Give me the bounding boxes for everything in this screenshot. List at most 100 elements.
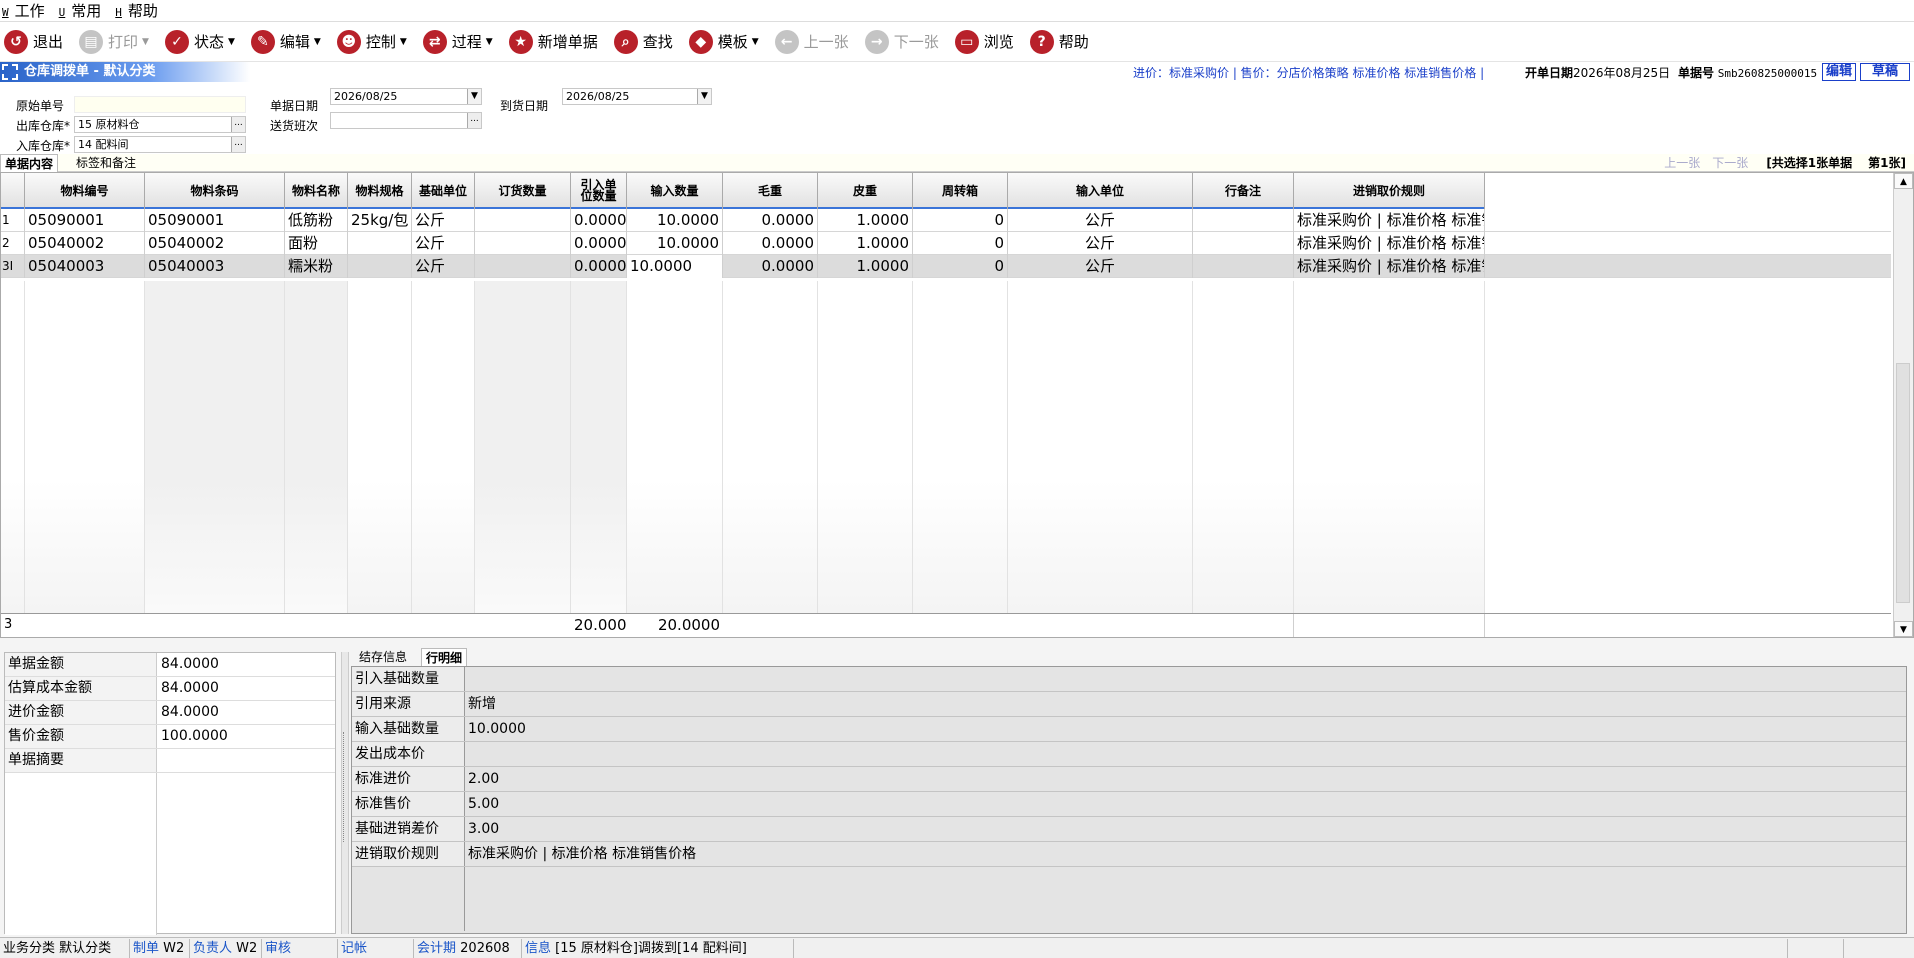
- edit-mode-button[interactable]: 编辑: [1822, 63, 1856, 81]
- exit-button[interactable]: ↺ 退出: [4, 29, 63, 54]
- next-button[interactable]: → 下一张: [864, 29, 939, 54]
- column-header[interactable]: 皮重: [818, 173, 913, 209]
- cell-input-unit[interactable]: 公斤: [1008, 209, 1193, 232]
- browse-button[interactable]: ▭ 浏览: [954, 29, 1014, 54]
- cell-tare[interactable]: 1.0000: [818, 209, 913, 232]
- cell-unit[interactable]: 公斤: [412, 209, 475, 232]
- cell-unit[interactable]: 公斤: [412, 232, 475, 255]
- cell-unit[interactable]: 公斤: [412, 255, 475, 278]
- cell-box[interactable]: 0: [913, 232, 1008, 255]
- cell-code[interactable]: 05040003: [25, 255, 145, 278]
- column-header[interactable]: 进销取价规则: [1294, 173, 1485, 209]
- new-doc-button[interactable]: ★ 新增单据: [508, 29, 598, 54]
- chevron-down-icon[interactable]: ▼: [697, 89, 711, 104]
- cell-spec[interactable]: [348, 232, 412, 255]
- menu-work[interactable]: W 工作: [2, 0, 45, 21]
- column-header[interactable]: 物料名称: [285, 173, 348, 209]
- panel-splitter[interactable]: [341, 652, 349, 934]
- shift-input[interactable]: ...: [330, 112, 482, 129]
- tab-line-detail[interactable]: 行明细: [421, 648, 468, 666]
- cell-rule[interactable]: 标准采购价 | 标准价格 标准销售价格: [1294, 232, 1485, 255]
- ellipsis-icon[interactable]: ...: [231, 117, 245, 132]
- column-header[interactable]: 物料编号: [25, 173, 145, 209]
- cell-import-qty[interactable]: 0.0000: [571, 232, 627, 255]
- column-header[interactable]: 物料条码: [145, 173, 285, 209]
- cell-box[interactable]: 0: [913, 255, 1008, 278]
- cell-import-qty[interactable]: 0.0000: [571, 255, 627, 278]
- in-wh-input[interactable]: 14 配料间...: [74, 136, 246, 153]
- pager-prev[interactable]: 上一张: [1664, 156, 1700, 170]
- table-row[interactable]: 1 05090001 05090001 低筋粉 25kg/包 公斤 0.0000 10.000…: [1, 209, 1891, 232]
- cell-spec[interactable]: [348, 255, 412, 278]
- cell-remark[interactable]: [1193, 209, 1294, 232]
- column-header[interactable]: 输入数量: [627, 173, 723, 209]
- cell-order-qty[interactable]: [475, 209, 571, 232]
- cell-input-qty[interactable]: 10.0000: [627, 255, 723, 278]
- cell-gross[interactable]: 0.0000: [723, 255, 818, 278]
- column-header[interactable]: 输入单位: [1008, 173, 1193, 209]
- summary-value[interactable]: [157, 749, 335, 772]
- summary-value[interactable]: 84.0000: [157, 677, 335, 700]
- cell-order-qty[interactable]: [475, 255, 571, 278]
- cell-code[interactable]: 05090001: [25, 209, 145, 232]
- column-header[interactable]: 周转箱: [913, 173, 1008, 209]
- cell-barcode[interactable]: 05040003: [145, 255, 285, 278]
- price-info[interactable]: 进价：标准采购价 | 售价：分店价格策略 标准价格 标准销售价格 |: [1133, 64, 1484, 81]
- template-button[interactable]: ◆ 模板 ▼: [688, 29, 759, 54]
- cell-input-unit[interactable]: 公斤: [1008, 255, 1193, 278]
- column-header[interactable]: 订货数量: [475, 173, 571, 209]
- cell-tare[interactable]: 1.0000: [818, 232, 913, 255]
- tab-labels[interactable]: 标签和备注: [72, 154, 140, 172]
- menu-common[interactable]: U 常用: [59, 0, 102, 21]
- chevron-down-icon[interactable]: ▼: [467, 89, 481, 104]
- cell-name[interactable]: 面粉: [285, 232, 348, 255]
- scroll-up-icon[interactable]: ▲: [1894, 173, 1913, 189]
- tab-content[interactable]: 单据内容: [0, 154, 59, 172]
- process-button[interactable]: ⇄ 过程 ▼: [422, 29, 493, 54]
- cell-input-qty[interactable]: 10.0000: [627, 209, 723, 232]
- cell-box[interactable]: 0: [913, 209, 1008, 232]
- cell-gross[interactable]: 0.0000: [723, 232, 818, 255]
- cell-import-qty[interactable]: 0.0000: [571, 209, 627, 232]
- column-header[interactable]: 引入单位数量: [571, 173, 627, 209]
- pager-next[interactable]: 下一张: [1712, 156, 1748, 170]
- column-header[interactable]: 物料规格: [348, 173, 412, 209]
- column-header[interactable]: 毛重: [723, 173, 818, 209]
- cell-gross[interactable]: 0.0000: [723, 209, 818, 232]
- print-button[interactable]: ▤ 打印 ▼: [79, 29, 149, 54]
- cell-name[interactable]: 低筋粉: [285, 209, 348, 232]
- ellipsis-icon[interactable]: ...: [231, 137, 245, 152]
- cell-remark[interactable]: [1193, 232, 1294, 255]
- arrive-date-input[interactable]: 2026/08/25 ▼: [562, 88, 712, 105]
- control-button[interactable]: ☻ 控制 ▼: [336, 29, 407, 54]
- cell-barcode[interactable]: 05090001: [145, 209, 285, 232]
- cell-barcode[interactable]: 05040002: [145, 232, 285, 255]
- tab-stock-info[interactable]: 结存信息: [355, 648, 411, 666]
- cell-name[interactable]: 糯米粉: [285, 255, 348, 278]
- cell-rule[interactable]: 标准采购价 | 标准价格 标准销售价格: [1294, 209, 1485, 232]
- prev-button[interactable]: ← 上一张: [774, 29, 849, 54]
- cell-code[interactable]: 05040002: [25, 232, 145, 255]
- menu-help[interactable]: H 帮助: [115, 0, 158, 21]
- cell-order-qty[interactable]: [475, 232, 571, 255]
- doc-date-input[interactable]: 2026/08/25 ▼: [330, 88, 482, 105]
- draft-button[interactable]: 草稿: [1860, 63, 1910, 81]
- cell-tare[interactable]: 1.0000: [818, 255, 913, 278]
- column-header[interactable]: 行备注: [1193, 173, 1294, 209]
- cell-spec[interactable]: 25kg/包: [348, 209, 412, 232]
- edit-button[interactable]: ✎ 编辑 ▼: [250, 29, 321, 54]
- cell-input-qty[interactable]: 10.0000: [627, 232, 723, 255]
- ellipsis-icon[interactable]: ...: [467, 113, 481, 128]
- table-row[interactable]: 2 05040002 05040002 面粉 公斤 0.0000 10.0000 0.0000…: [1, 232, 1891, 255]
- table-row[interactable]: 3I 05040003 05040003 糯米粉 公斤 0.0000 10.0000 0.00…: [1, 255, 1891, 278]
- find-button[interactable]: ⌕ 查找: [613, 29, 673, 54]
- summary-value[interactable]: 84.0000: [157, 653, 335, 676]
- scroll-down-icon[interactable]: ▼: [1894, 621, 1913, 637]
- cell-rule[interactable]: 标准采购价 | 标准价格 标准销售价格: [1294, 255, 1485, 278]
- help-button[interactable]: ? 帮助: [1029, 29, 1089, 54]
- vertical-scrollbar[interactable]: ▲ ▼: [1893, 173, 1913, 637]
- column-header[interactable]: 基础单位: [412, 173, 475, 209]
- out-wh-input[interactable]: 15 原材料仓...: [74, 116, 246, 133]
- summary-value[interactable]: 100.0000: [157, 725, 335, 748]
- cell-remark[interactable]: [1193, 255, 1294, 278]
